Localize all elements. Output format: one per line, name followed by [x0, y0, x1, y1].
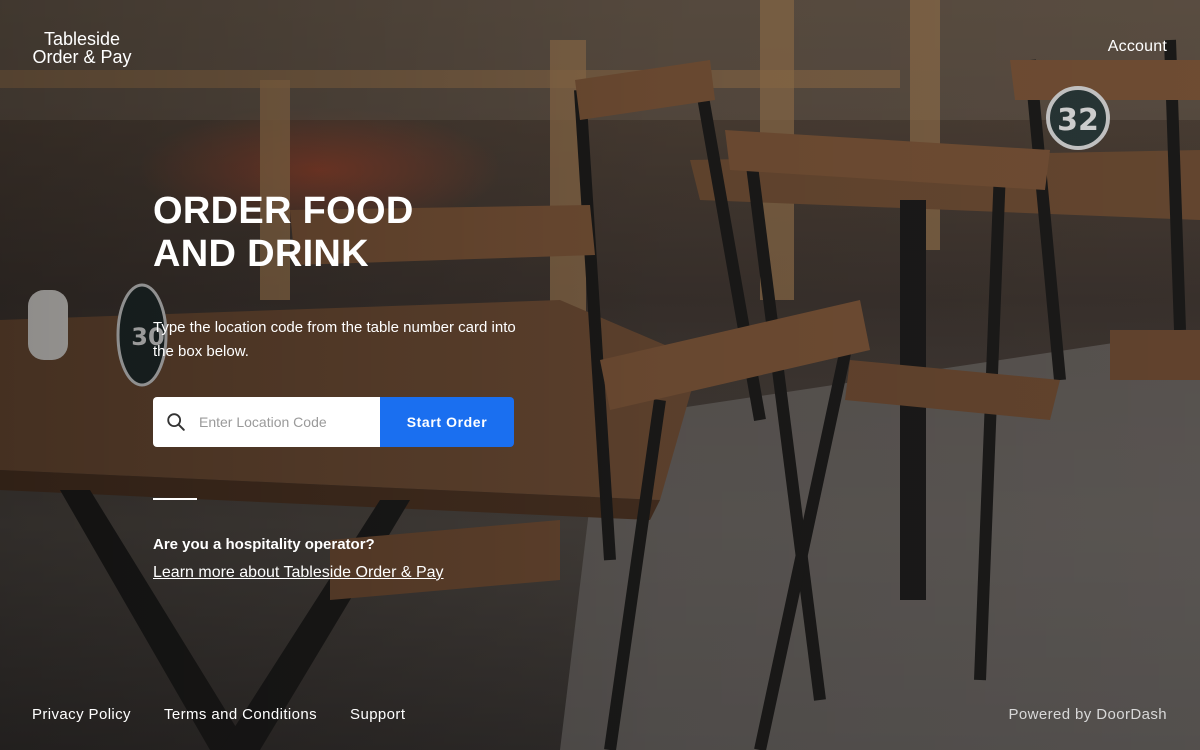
location-input-wrapper[interactable]	[153, 397, 380, 447]
operator-question: Are you a hospitality operator?	[153, 536, 375, 553]
learn-more-link[interactable]: Learn more about Tableside Order & Pay	[153, 564, 444, 582]
account-link[interactable]: Account	[1108, 38, 1167, 56]
hero-section: ORDER FOOD AND DRINK Type the location c…	[153, 190, 573, 364]
search-icon	[167, 413, 185, 431]
logo-line-2: Order & Pay	[32, 47, 132, 67]
location-code-input[interactable]	[197, 413, 371, 431]
footer-link-privacy-policy[interactable]: Privacy Policy	[32, 706, 131, 723]
start-order-button[interactable]: Start Order	[380, 397, 514, 447]
powered-by-text: Powered by DoorDash	[1008, 706, 1167, 723]
page-title: ORDER FOOD AND DRINK	[153, 190, 573, 276]
hero-instructions: Type the location code from the table nu…	[153, 319, 516, 360]
page-title-line-1: ORDER FOOD	[153, 190, 414, 232]
section-divider	[153, 498, 197, 500]
logo[interactable]: Tableside Order & Pay	[32, 30, 132, 66]
background-overlay	[0, 0, 1200, 750]
footer-link-terms[interactable]: Terms and Conditions	[164, 706, 317, 723]
footer-link-support[interactable]: Support	[350, 706, 405, 723]
page-title-line-2: AND DRINK	[153, 233, 369, 275]
location-code-form: Start Order	[153, 397, 514, 447]
footer-links: Privacy Policy Terms and Conditions Supp…	[32, 706, 405, 723]
logo-line-1: Tableside	[43, 29, 121, 49]
